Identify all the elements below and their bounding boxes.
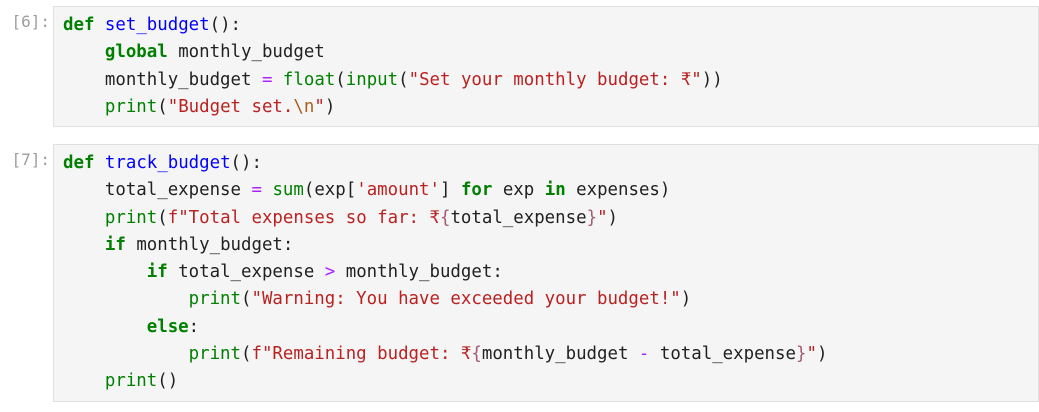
code-token: - bbox=[638, 344, 650, 365]
code-line: else: bbox=[63, 314, 827, 341]
code-line: print("Warning: You have exceeded your b… bbox=[63, 286, 827, 313]
code-token: exp bbox=[492, 180, 545, 201]
code-token: ( bbox=[241, 289, 252, 310]
execution-count-prompt: [6]: bbox=[11, 12, 50, 31]
code-line: monthly_budget = float(input("Set your m… bbox=[63, 67, 723, 94]
code-token: for bbox=[460, 180, 493, 201]
code-token: () bbox=[157, 371, 179, 392]
code-token: input bbox=[345, 69, 399, 90]
code-token: " bbox=[314, 96, 325, 117]
code-token: set_budget bbox=[104, 15, 210, 35]
code-cell-7[interactable]: [7]: def track_budget(): total_expense =… bbox=[0, 144, 1039, 404]
code-token: if bbox=[146, 262, 168, 283]
code-editor[interactable]: def set_budget(): global monthly_budget … bbox=[63, 12, 723, 121]
code-token: f"Total expenses so far: ₹ bbox=[167, 207, 440, 228]
code-token: ) bbox=[324, 96, 336, 117]
code-token: (): bbox=[230, 153, 262, 173]
code-token: "Set your monthly budget: ₹" bbox=[408, 69, 702, 90]
code-line: if total_expense > monthly_budget: bbox=[63, 259, 827, 286]
code-token: monthly_budget: bbox=[335, 262, 503, 283]
code-token: { bbox=[439, 207, 451, 228]
code-token: 'amount' bbox=[356, 180, 440, 201]
code-line: print(f"Remaining budget: ₹{monthly_budg… bbox=[63, 341, 828, 368]
code-token: print bbox=[104, 371, 158, 392]
code-token: total_expense bbox=[167, 262, 325, 283]
code-token: def bbox=[63, 15, 95, 35]
code-token: f"Remaining budget: ₹ bbox=[251, 344, 472, 365]
code-cell-6[interactable]: [6]: def set_budget(): global monthly_bu… bbox=[0, 6, 1039, 128]
code-line: global monthly_budget bbox=[63, 39, 723, 66]
code-token: if bbox=[104, 234, 126, 255]
code-token: print bbox=[104, 207, 158, 228]
code-token: \n bbox=[293, 96, 315, 117]
code-line: print(f"Total expenses so far: ₹{total_e… bbox=[63, 205, 827, 232]
code-token: = bbox=[251, 180, 262, 201]
code-token: expenses) bbox=[565, 180, 671, 201]
code-line: total_expense = sum(exp['amount'] for ex… bbox=[63, 177, 827, 204]
code-input-area[interactable]: def set_budget(): global monthly_budget … bbox=[53, 6, 1039, 127]
code-token: total_expense bbox=[649, 344, 796, 365]
code-token: (exp[ bbox=[303, 180, 357, 201]
code-token: { bbox=[471, 344, 482, 365]
code-token: total_expense bbox=[450, 207, 587, 228]
code-token: print bbox=[104, 96, 158, 117]
code-token: ( bbox=[157, 207, 168, 228]
code-token: )) bbox=[701, 69, 723, 90]
code-token: ) bbox=[607, 207, 619, 228]
execution-count-prompt: [7]: bbox=[11, 150, 50, 169]
code-token: = bbox=[261, 69, 273, 90]
code-editor[interactable]: def track_budget(): total_expense = sum(… bbox=[63, 150, 827, 396]
code-token: ) bbox=[680, 289, 692, 310]
code-token: ) bbox=[816, 344, 828, 365]
code-token: monthly_budget: bbox=[125, 234, 294, 255]
code-token: monthly_budget bbox=[481, 344, 639, 365]
code-token: global bbox=[104, 42, 168, 63]
code-line: print() bbox=[63, 368, 827, 395]
code-token: } bbox=[795, 344, 807, 365]
code-line: print("Budget set.\n") bbox=[63, 94, 723, 121]
code-token: def bbox=[63, 153, 95, 173]
code-token: monthly_budget bbox=[63, 69, 262, 90]
code-token: " bbox=[597, 207, 608, 228]
code-token: ] bbox=[439, 180, 461, 201]
code-token: float bbox=[282, 69, 336, 90]
code-token: in bbox=[544, 180, 566, 201]
code-line: def track_budget(): bbox=[63, 150, 827, 177]
code-token: print bbox=[188, 344, 241, 365]
code-token: ( bbox=[241, 344, 252, 365]
code-token: print bbox=[188, 289, 241, 310]
code-line: def set_budget(): bbox=[63, 12, 723, 39]
code-token: track_budget bbox=[104, 153, 231, 173]
code-token: "Budget set. bbox=[167, 96, 294, 117]
code-token: ( bbox=[398, 69, 409, 90]
code-token: sum bbox=[272, 180, 304, 201]
code-token: > bbox=[324, 262, 336, 283]
code-token: } bbox=[586, 207, 598, 228]
code-line: if monthly_budget: bbox=[63, 232, 827, 259]
code-token: else bbox=[146, 316, 189, 337]
code-token: ( bbox=[335, 69, 346, 90]
code-token: " bbox=[806, 344, 817, 365]
code-token: total_expense bbox=[63, 180, 252, 201]
code-token: "Warning: You have exceeded your budget!… bbox=[251, 289, 681, 310]
code-token: monthly_budget bbox=[167, 42, 325, 63]
code-input-area[interactable]: def track_budget(): total_expense = sum(… bbox=[53, 144, 1039, 402]
code-token: ( bbox=[157, 96, 168, 117]
code-token: (): bbox=[209, 15, 242, 35]
code-token: : bbox=[188, 316, 200, 337]
